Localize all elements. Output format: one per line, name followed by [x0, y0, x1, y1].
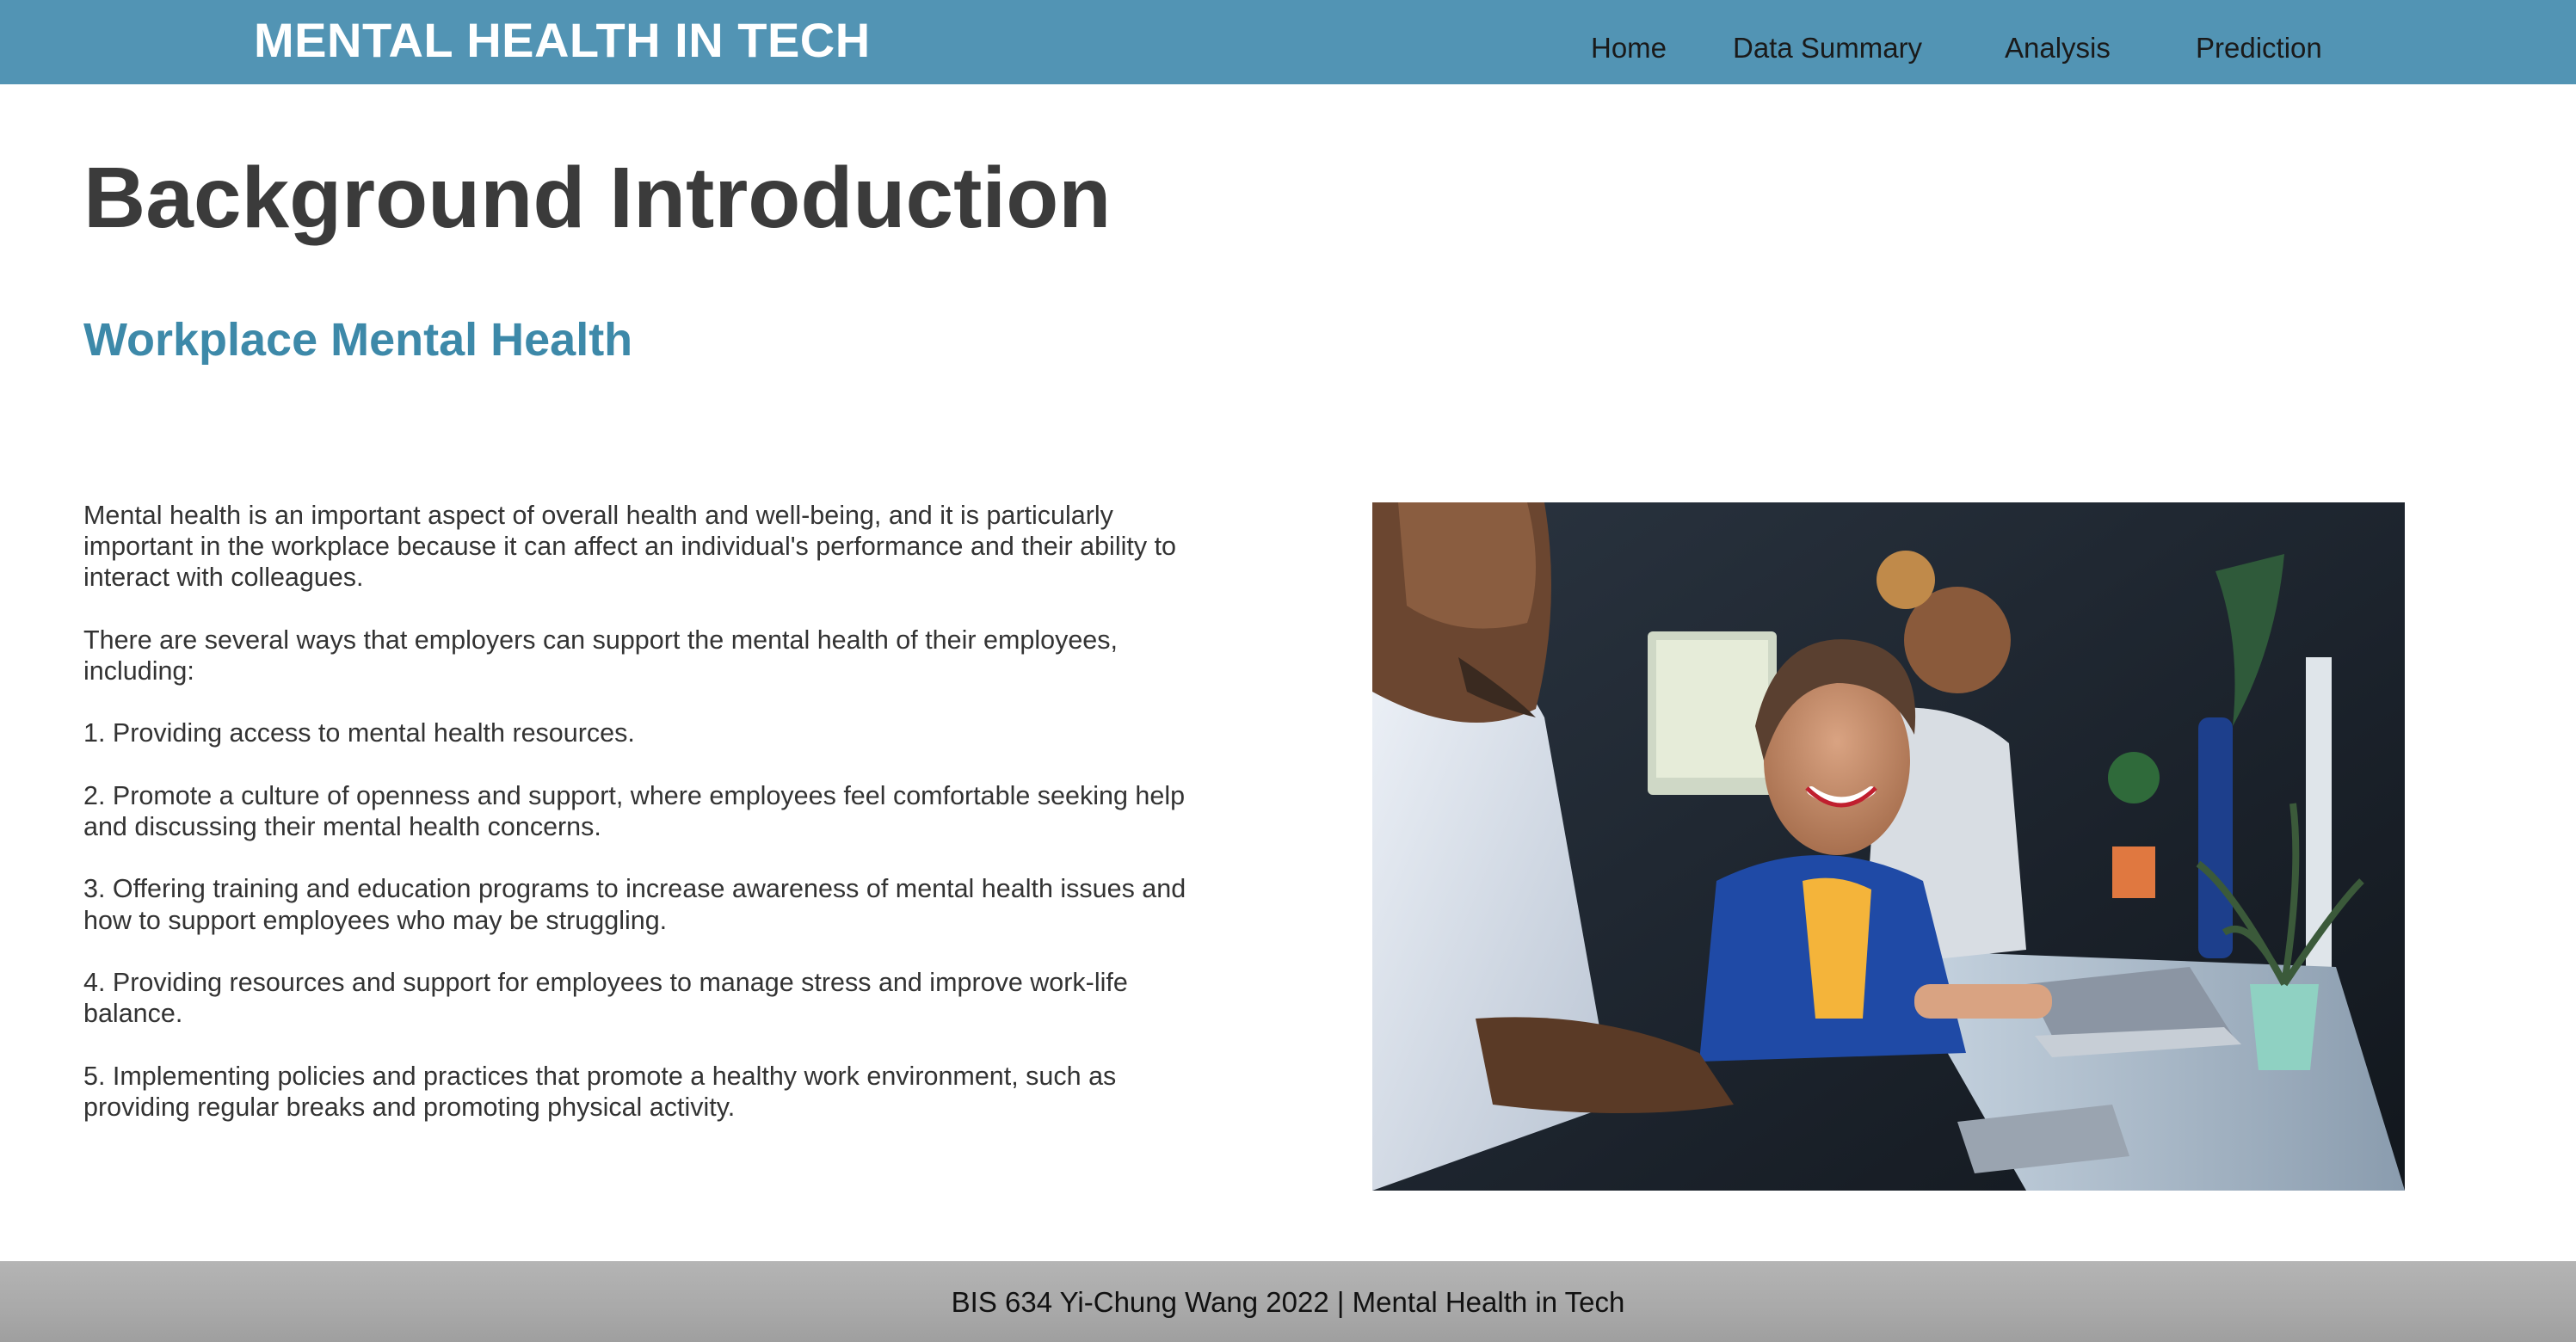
site-brand[interactable]: MENTAL HEALTH IN TECH: [254, 10, 871, 71]
list-item: 1. Providing access to mental health res…: [83, 718, 635, 748]
list-item: 3. Offering training and education progr…: [83, 874, 1186, 935]
section-title: Workplace Mental Health: [83, 314, 633, 366]
intro-paragraph: There are several ways that employers ca…: [83, 625, 1118, 686]
nav-link-prediction[interactable]: Prediction: [2196, 29, 2322, 67]
office-workers-photo: [1372, 502, 2405, 1191]
list-item: 5. Implementing policies and practices t…: [83, 1061, 1117, 1122]
nav-link-data-summary[interactable]: Data Summary: [1733, 29, 1922, 67]
footer: BIS 634 Yi-Chung Wang 2022 | Mental Heal…: [0, 1261, 2576, 1342]
page-title: Background Introduction: [83, 150, 1112, 246]
nav-link-home[interactable]: Home: [1591, 29, 1667, 67]
nav-link-analysis[interactable]: Analysis: [2005, 29, 2111, 67]
office-photo-illustration: [1372, 502, 2405, 1191]
intro-paragraph: Mental health is an important aspect of …: [83, 501, 1177, 593]
footer-text: BIS 634 Yi-Chung Wang 2022 | Mental Heal…: [951, 1286, 1625, 1318]
list-item: 4. Providing resources and support for e…: [83, 967, 1128, 1029]
intro-text: Mental health is an important aspect of …: [83, 500, 1219, 1154]
top-navbar: MENTAL HEALTH IN TECH Home Data Summary …: [0, 0, 2576, 84]
list-item: 2. Promote a culture of openness and sup…: [83, 780, 1186, 841]
page: MENTAL HEALTH IN TECH Home Data Summary …: [0, 0, 2576, 1342]
